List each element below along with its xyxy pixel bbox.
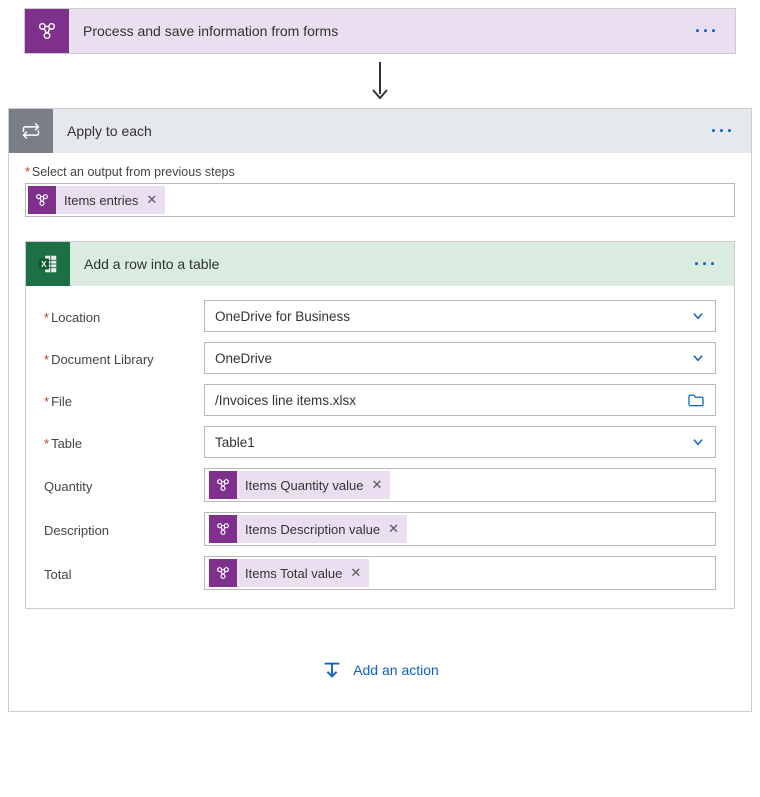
more-menu-button[interactable]: ···: [690, 254, 722, 275]
token-total[interactable]: Items Total value ✕: [209, 559, 369, 587]
flow-arrow: [8, 54, 752, 108]
svg-text:X: X: [41, 260, 47, 269]
doclib-value: OneDrive: [215, 351, 272, 366]
table-label: Table: [44, 434, 204, 451]
description-label: Description: [44, 521, 204, 538]
location-label: Location: [44, 308, 204, 325]
chevron-down-icon: [691, 435, 705, 449]
file-picker[interactable]: /Invoices line items.xlsx: [204, 384, 716, 416]
ai-builder-icon: [209, 559, 237, 587]
ai-builder-icon: [209, 471, 237, 499]
more-menu-button[interactable]: ···: [691, 21, 723, 42]
excel-action-header[interactable]: X Add a row into a table ···: [26, 242, 734, 286]
doclib-label: Document Library: [44, 350, 204, 367]
token-items-entries[interactable]: Items entries ✕: [28, 186, 165, 214]
folder-icon[interactable]: [687, 393, 705, 407]
more-menu-button[interactable]: ···: [707, 121, 739, 142]
ai-builder-icon: [25, 9, 69, 53]
add-action-label: Add an action: [353, 662, 439, 678]
token-remove-button[interactable]: ✕: [350, 565, 361, 581]
token-quantity[interactable]: Items Quantity value ✕: [209, 471, 390, 499]
action-card-process-forms[interactable]: Process and save information from forms …: [24, 8, 736, 54]
apply-to-each-card: Apply to each ··· Select an output from …: [8, 108, 752, 712]
output-from-field[interactable]: Items entries ✕: [25, 183, 735, 217]
ai-builder-icon: [209, 515, 237, 543]
add-action-icon: [321, 659, 343, 681]
token-remove-button[interactable]: ✕: [146, 192, 157, 208]
token-label: Items Total value: [245, 566, 342, 581]
apply-to-each-title: Apply to each: [53, 123, 707, 139]
total-field[interactable]: Items Total value ✕: [204, 556, 716, 590]
output-from-label: Select an output from previous steps: [25, 165, 735, 179]
action-title: Process and save information from forms: [69, 23, 691, 39]
location-value: OneDrive for Business: [215, 309, 350, 324]
quantity-field[interactable]: Items Quantity value ✕: [204, 468, 716, 502]
token-remove-button[interactable]: ✕: [388, 521, 399, 537]
table-select[interactable]: Table1: [204, 426, 716, 458]
file-value: /Invoices line items.xlsx: [215, 393, 356, 408]
file-label: File: [44, 392, 204, 409]
excel-action-title: Add a row into a table: [70, 256, 690, 272]
quantity-label: Quantity: [44, 477, 204, 494]
description-field[interactable]: Items Description value ✕: [204, 512, 716, 546]
add-action-button[interactable]: Add an action: [25, 659, 735, 681]
total-label: Total: [44, 565, 204, 582]
token-label: Items entries: [64, 193, 138, 208]
token-label: Items Description value: [245, 522, 380, 537]
loop-icon: [9, 109, 53, 153]
chevron-down-icon: [691, 309, 705, 323]
token-label: Items Quantity value: [245, 478, 364, 493]
apply-to-each-header[interactable]: Apply to each ···: [9, 109, 751, 153]
ai-builder-icon: [28, 186, 56, 214]
doclib-select[interactable]: OneDrive: [204, 342, 716, 374]
token-remove-button[interactable]: ✕: [372, 477, 383, 493]
location-select[interactable]: OneDrive for Business: [204, 300, 716, 332]
chevron-down-icon: [691, 351, 705, 365]
table-value: Table1: [215, 435, 255, 450]
excel-icon: X: [26, 242, 70, 286]
token-description[interactable]: Items Description value ✕: [209, 515, 407, 543]
excel-action-card: X Add a row into a table ··· Location On…: [25, 241, 735, 609]
